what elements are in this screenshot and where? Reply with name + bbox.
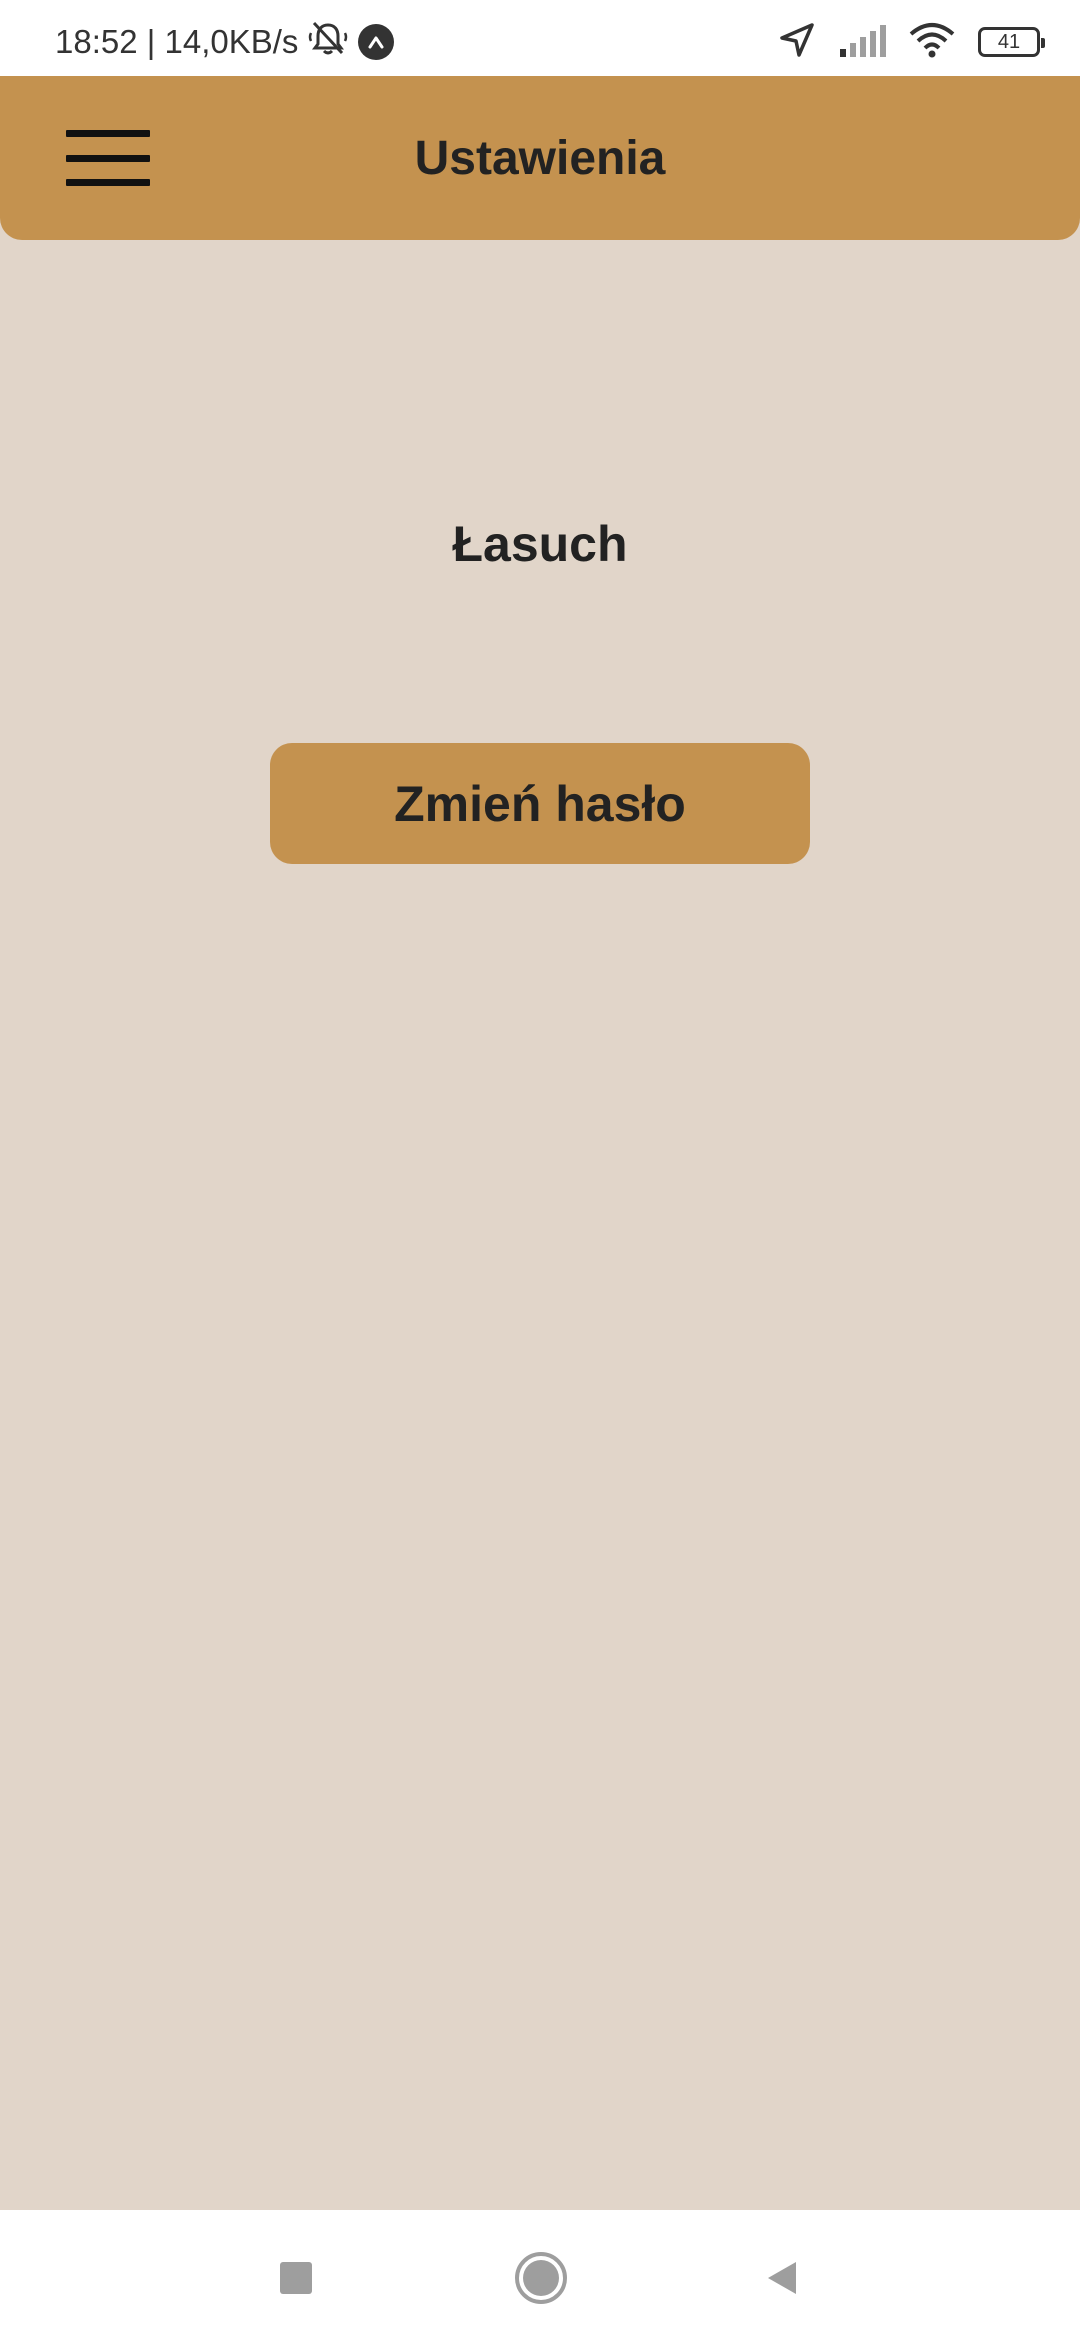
battery-icon: 41 <box>978 27 1045 57</box>
status-left: 18:52 | 14,0KB/s <box>55 19 395 65</box>
navigation-bar <box>0 2210 1080 2340</box>
change-password-button[interactable]: Zmień hasło <box>270 743 810 864</box>
wifi-icon <box>908 22 956 63</box>
app-header: Ustawienia <box>0 76 1080 240</box>
menu-line <box>66 130 150 137</box>
username-label: Łasuch <box>452 516 628 572</box>
status-bar: 18:52 | 14,0KB/s 41 <box>0 0 1080 76</box>
menu-line <box>66 154 150 162</box>
home-circle-inner <box>523 2260 559 2296</box>
home-circle-icon[interactable] <box>515 2252 567 2304</box>
app-a-icon <box>358 24 395 60</box>
back-triangle-icon[interactable] <box>762 2258 802 2298</box>
signal-icon <box>838 23 886 62</box>
status-time-speed: 18:52 | 14,0KB/s <box>55 23 299 60</box>
app-background <box>0 76 1080 2210</box>
status-right: 41 <box>778 21 1045 64</box>
bell-off-icon <box>308 19 348 65</box>
screen: 18:52 | 14,0KB/s 41 Ustawienia Łasuch Zm… <box>0 0 1080 2340</box>
hamburger-menu-icon[interactable] <box>62 126 154 190</box>
menu-line <box>66 179 150 186</box>
location-arrow-icon <box>778 21 816 64</box>
page-title: Ustawienia <box>414 131 666 185</box>
battery-level: 41 <box>997 30 1021 53</box>
recents-square-icon[interactable] <box>280 2262 312 2294</box>
